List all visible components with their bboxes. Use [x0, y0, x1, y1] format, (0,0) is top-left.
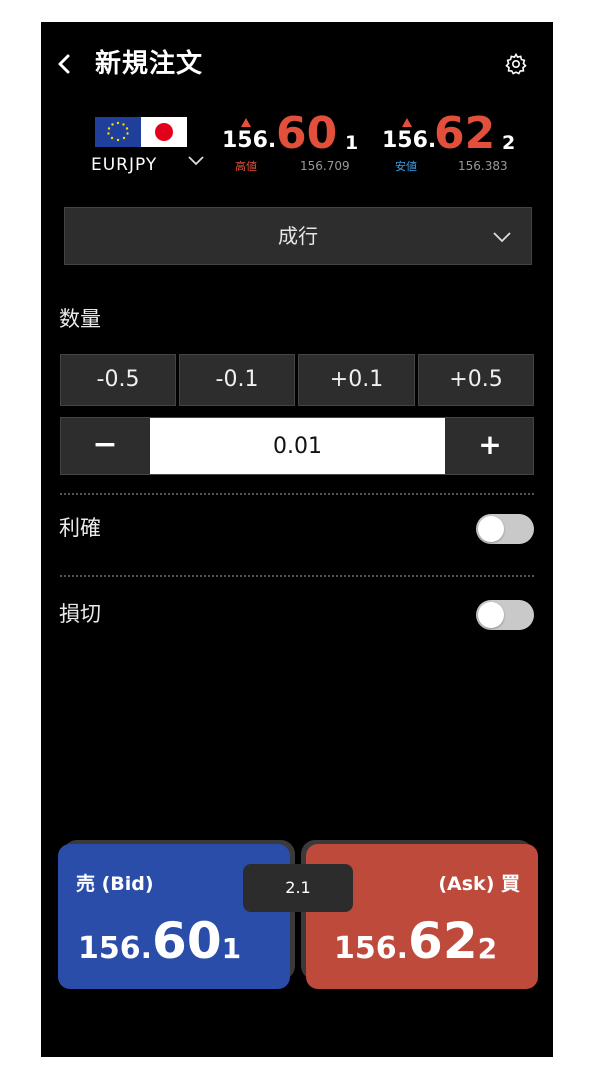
divider: [60, 493, 534, 495]
low-tag: 安値: [395, 160, 417, 173]
stop-loss-toggle[interactable]: [476, 600, 534, 630]
chevron-down-icon: [491, 226, 513, 248]
currency-pair[interactable]: EURJPY: [91, 154, 157, 176]
bid-price: 156.601: [78, 916, 241, 966]
bid-label: 売 (Bid): [76, 873, 154, 895]
high-price: 156.709: [300, 159, 350, 173]
ask-price-prefix: 156.: [382, 128, 437, 153]
preset-plus-0.1-button[interactable]: +0.1: [298, 354, 415, 406]
bid-price-prefix: 156.: [78, 931, 153, 966]
order-type-label: 成行: [278, 224, 318, 248]
quantity-label: 数量: [59, 307, 101, 331]
quantity-stepper: − +: [60, 417, 534, 475]
bid-price-pip: 1: [221, 932, 242, 965]
preset-plus-0.5-button[interactable]: +0.5: [418, 354, 534, 406]
stop-loss-label: 損切: [59, 602, 101, 626]
toggle-knob: [478, 516, 504, 542]
up-arrow-icon: [402, 118, 412, 127]
order-type-select[interactable]: 成行: [64, 207, 532, 265]
up-arrow-icon: [241, 118, 251, 127]
divider: [60, 575, 534, 577]
page-title: 新規注文: [95, 49, 204, 79]
bid-price-prefix: 156.: [222, 128, 277, 153]
take-profit-toggle[interactable]: [476, 514, 534, 544]
bid-price-big: 60: [276, 108, 338, 159]
decrement-button[interactable]: −: [61, 418, 149, 474]
toggle-knob: [478, 602, 504, 628]
ask-price: 156.622: [334, 916, 497, 966]
bottom-bar: [41, 1015, 553, 1057]
ask-label: (Ask) 買: [438, 873, 520, 895]
spread-badge: 2.1: [243, 864, 353, 912]
ask-price-big: 62: [434, 108, 496, 159]
ask-price-big: 62: [408, 912, 478, 970]
ask-price-prefix: 156.: [334, 931, 409, 966]
high-tag: 高値: [235, 160, 257, 173]
back-icon[interactable]: [53, 50, 77, 78]
eu-flag-icon: [95, 117, 141, 147]
bid-price-big: 60: [152, 912, 222, 970]
bid-price-pip: 1: [345, 132, 359, 154]
gear-icon[interactable]: [504, 52, 528, 76]
low-price: 156.383: [458, 159, 508, 173]
ask-price-pip: 2: [502, 132, 516, 154]
increment-button[interactable]: +: [446, 418, 534, 474]
quantity-input[interactable]: [150, 418, 445, 474]
order-screen: 新規注文 EURJPY 156. 60 1 高値 156.709 156. 62…: [41, 22, 553, 1057]
take-profit-label: 利確: [59, 516, 101, 540]
jp-flag-icon: [141, 117, 187, 147]
preset-minus-0.1-button[interactable]: -0.1: [179, 354, 295, 406]
preset-minus-0.5-button[interactable]: -0.5: [60, 354, 176, 406]
ask-price-pip: 2: [477, 932, 498, 965]
chevron-down-icon[interactable]: [186, 150, 206, 170]
